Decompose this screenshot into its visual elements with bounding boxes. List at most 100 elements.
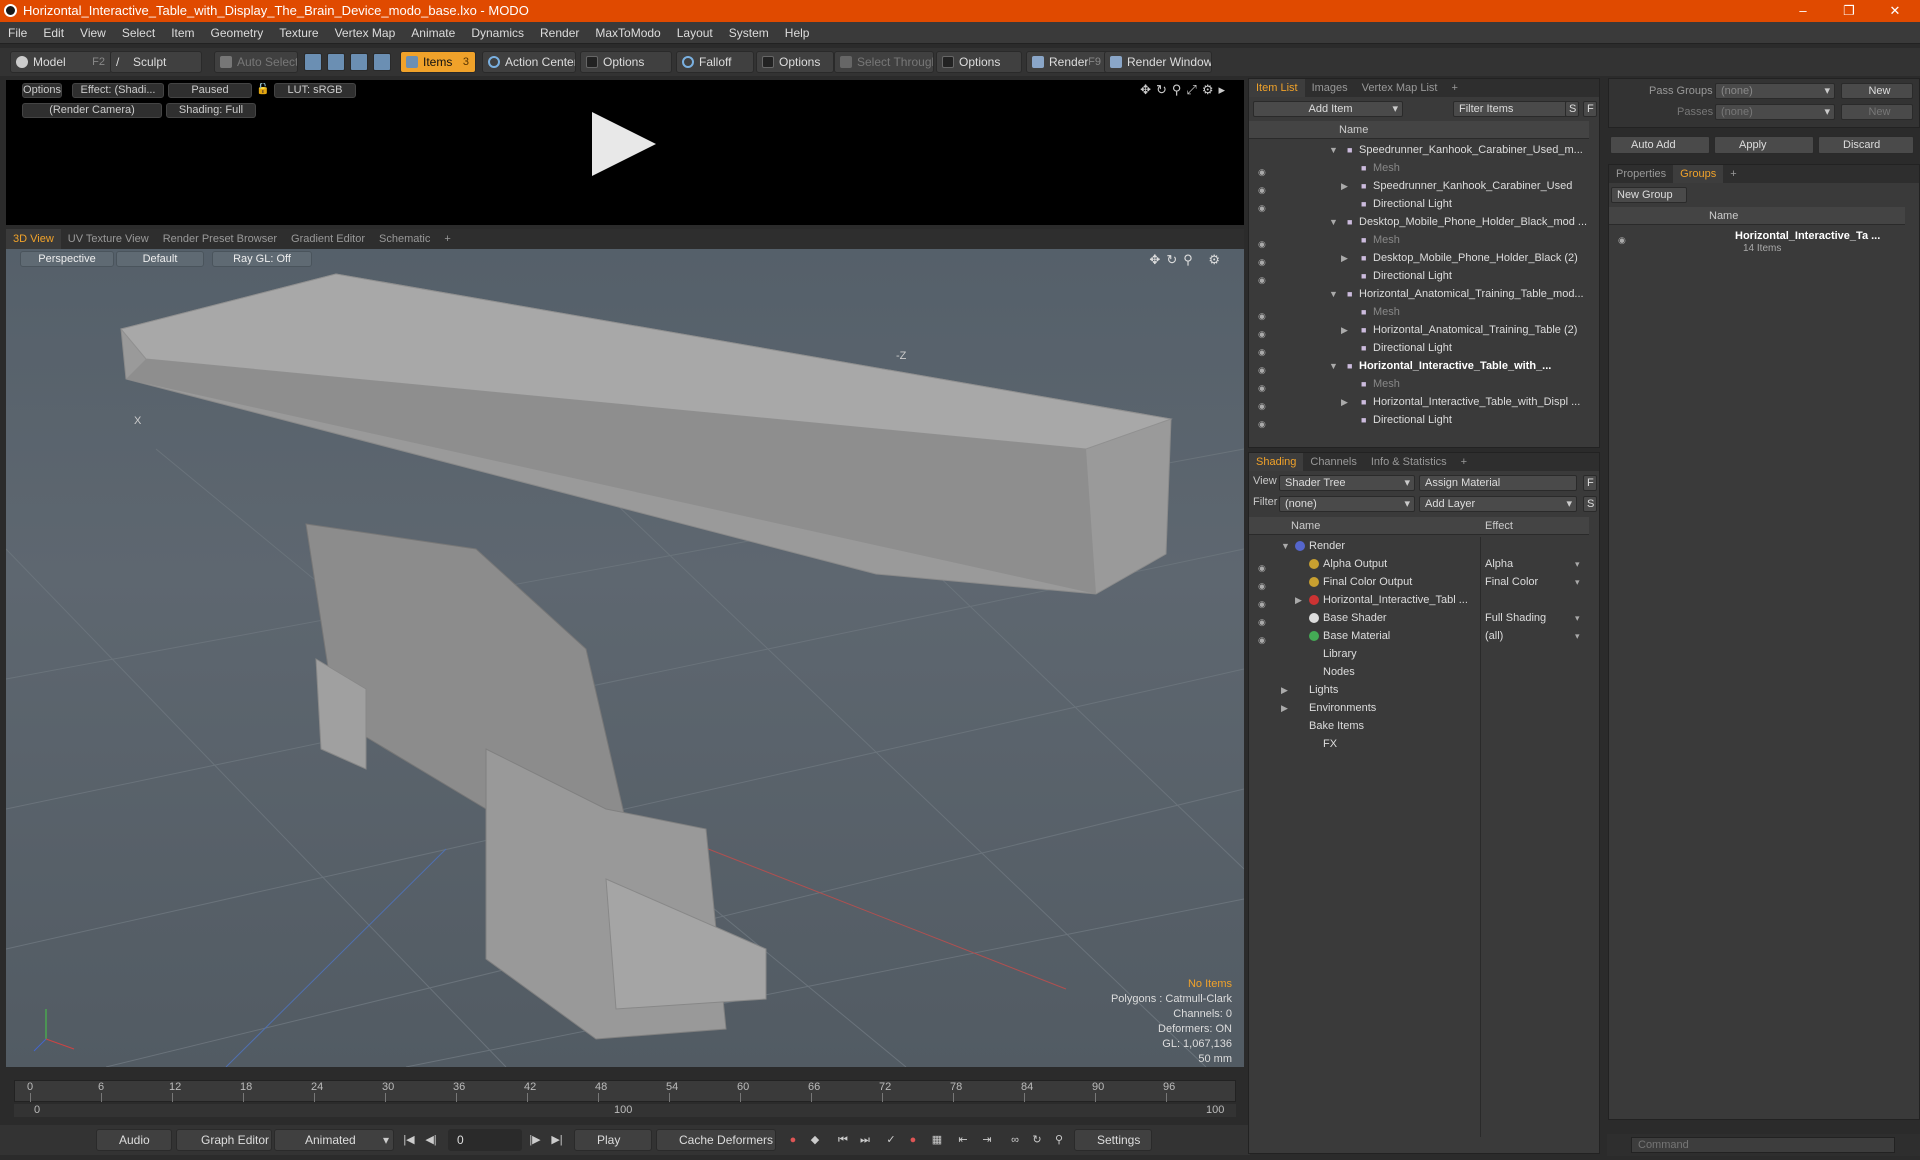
- tab-info-statistics[interactable]: Info & Statistics: [1364, 453, 1454, 471]
- eye-icon[interactable]: ◉: [1258, 559, 1266, 573]
- add-tab-button[interactable]: +: [1723, 165, 1743, 183]
- shader-tree-row[interactable]: ▼ Render: [1249, 537, 1589, 555]
- range-end-icon[interactable]: ⇥: [980, 1133, 994, 1147]
- expand-toggle-icon[interactable]: ▶: [1341, 321, 1348, 339]
- model-mode-button[interactable]: Model F2: [10, 51, 112, 73]
- tab-schematic[interactable]: Schematic: [372, 229, 437, 249]
- f-toggle[interactable]: F: [1583, 101, 1597, 117]
- shader-tree-row[interactable]: ◉ ▶ Horizontal_Interactive_Tabl ...: [1249, 591, 1589, 609]
- item-list-row[interactable]: ◉ ▶ ■ Horizontal_Interactive_Table_with_Dis…: [1249, 393, 1589, 411]
- tab-gradient-editor[interactable]: Gradient Editor: [284, 229, 372, 249]
- menu-maxtomodo[interactable]: MaxToModo: [587, 22, 668, 44]
- item-list-row[interactable]: ◉ ■ Directional Light: [1249, 411, 1589, 429]
- shader-layer-effect[interactable]: (all): [1485, 627, 1503, 645]
- expand-toggle-icon[interactable]: ▼: [1329, 285, 1338, 303]
- auto-key-icon[interactable]: ▦: [930, 1133, 944, 1147]
- item-list-row[interactable]: ◉ ▼ ■ Horizontal_Interactive_Table_with_...: [1249, 357, 1589, 375]
- apply-button[interactable]: Apply: [1714, 136, 1814, 154]
- tab-3d-view[interactable]: 3D View: [6, 229, 61, 249]
- item-list-row[interactable]: ◉ ■ Directional Light: [1249, 195, 1589, 213]
- filter-icon[interactable]: ⚲: [1052, 1133, 1066, 1147]
- sculpt-mode-button[interactable]: / Sculpt: [110, 51, 202, 73]
- auto-select-button[interactable]: Auto Select: [214, 51, 298, 73]
- select-through-options-button[interactable]: Options: [936, 51, 1022, 73]
- preview-camera-dropdown[interactable]: (Render Camera): [22, 103, 162, 118]
- shader-layer-effect[interactable]: Final Color: [1485, 573, 1538, 591]
- eye-icon[interactable]: ◉: [1258, 181, 1266, 195]
- play-icon[interactable]: [592, 112, 656, 176]
- new-pass-button[interactable]: New: [1841, 104, 1913, 120]
- tab-shading[interactable]: Shading: [1249, 453, 1304, 471]
- materials-mode-icon[interactable]: [373, 53, 391, 71]
- menu-select[interactable]: Select: [114, 22, 163, 44]
- add-layer-dropdown[interactable]: Add Layer: [1419, 496, 1577, 512]
- expand-toggle-icon[interactable]: ▶: [1281, 681, 1288, 699]
- preview-options-button[interactable]: Options: [22, 83, 62, 98]
- prev-key-icon[interactable]: ⏮: [836, 1133, 850, 1147]
- menu-view[interactable]: View: [72, 22, 114, 44]
- shader-tree-row[interactable]: ◉ Base Shader Full Shading ▾: [1249, 609, 1589, 627]
- expand-toggle-icon[interactable]: ▼: [1281, 537, 1290, 555]
- menu-layout[interactable]: Layout: [669, 22, 721, 44]
- discard-button[interactable]: Discard: [1818, 136, 1914, 154]
- eye-icon[interactable]: ◉: [1258, 307, 1266, 321]
- eye-icon[interactable]: ◉: [1258, 361, 1266, 375]
- minimize-button[interactable]: –: [1780, 0, 1826, 22]
- animated-dropdown[interactable]: Animated: [274, 1129, 394, 1151]
- menu-item[interactable]: Item: [163, 22, 202, 44]
- preview-paused-button[interactable]: Paused: [168, 83, 252, 98]
- shader-tree-row[interactable]: Library: [1249, 645, 1589, 663]
- vertices-mode-icon[interactable]: [304, 53, 322, 71]
- shader-tree-row[interactable]: ◉ Alpha Output Alpha ▾: [1249, 555, 1589, 573]
- assign-material-button[interactable]: Assign Material: [1419, 475, 1577, 491]
- audio-button[interactable]: Audio: [96, 1129, 172, 1151]
- loop-icon[interactable]: ↻: [1030, 1133, 1044, 1147]
- shader-tree-row[interactable]: ◉ Final Color Output Final Color ▾: [1249, 573, 1589, 591]
- item-list-row[interactable]: ◉ ■ Mesh: [1249, 303, 1589, 321]
- filter-items-field[interactable]: Filter Items: [1453, 101, 1569, 117]
- graph-editor-button[interactable]: Graph Editor: [176, 1129, 272, 1151]
- tab-channels[interactable]: Channels: [1303, 453, 1363, 471]
- tab-properties[interactable]: Properties: [1609, 165, 1673, 183]
- action-center-options-button[interactable]: Options: [580, 51, 672, 73]
- eye-icon[interactable]: ◉: [1258, 163, 1266, 177]
- record-icon[interactable]: ●: [906, 1133, 920, 1147]
- falloff-options-button[interactable]: Options: [756, 51, 834, 73]
- play-button[interactable]: Play: [574, 1129, 652, 1151]
- item-list-row[interactable]: ◉ ■ Mesh: [1249, 231, 1589, 249]
- eye-icon[interactable]: ◉: [1258, 325, 1266, 339]
- timeline-range[interactable]: 0 100 100: [14, 1104, 1236, 1117]
- expand-toggle-icon[interactable]: ▶: [1341, 177, 1348, 195]
- expand-toggle-icon[interactable]: ▼: [1329, 357, 1338, 375]
- chevron-down-icon[interactable]: ▾: [1575, 573, 1580, 591]
- view-dropdown[interactable]: Shader Tree: [1279, 475, 1415, 491]
- menu-texture[interactable]: Texture: [271, 22, 326, 44]
- item-list-row[interactable]: ▼ ■ Desktop_Mobile_Phone_Holder_Black_mod …: [1249, 213, 1589, 231]
- cache-deformers-button[interactable]: Cache Deformers: [656, 1129, 776, 1151]
- shader-layer-effect[interactable]: Alpha: [1485, 555, 1513, 573]
- step-back-icon[interactable]: ◀|: [424, 1133, 438, 1147]
- add-item-dropdown[interactable]: Add Item: [1253, 101, 1403, 117]
- eye-icon[interactable]: ◉: [1618, 231, 1626, 245]
- expand-toggle-icon[interactable]: ▼: [1329, 213, 1338, 231]
- expand-toggle-icon[interactable]: ▶: [1341, 393, 1348, 411]
- eye-icon[interactable]: ◉: [1258, 415, 1266, 429]
- menu-file[interactable]: File: [0, 22, 35, 44]
- command-input[interactable]: [1631, 1137, 1895, 1153]
- render-button[interactable]: Render F9: [1026, 51, 1108, 73]
- key-icon[interactable]: ◆: [808, 1133, 822, 1147]
- expand-toggle-icon[interactable]: ▶: [1341, 249, 1348, 267]
- skip-end-icon[interactable]: ▶|: [550, 1133, 564, 1147]
- item-list-row[interactable]: ◉ ▶ ■ Horizontal_Anatomical_Training_Table …: [1249, 321, 1589, 339]
- s-toggle[interactable]: S: [1565, 101, 1579, 117]
- preview-shading-dropdown[interactable]: Shading: Full: [166, 103, 256, 118]
- item-list-row[interactable]: ◉ ■ Directional Light: [1249, 339, 1589, 357]
- eye-icon[interactable]: ◉: [1258, 235, 1266, 249]
- 3d-viewport[interactable]: Perspective Default Ray GL: Off ✥↻⚲ ⚙ -Z…: [6, 249, 1244, 1067]
- eye-icon[interactable]: ◉: [1258, 271, 1266, 285]
- add-tab-button[interactable]: +: [1444, 79, 1464, 97]
- shader-tree-row[interactable]: Bake Items: [1249, 717, 1589, 735]
- eye-icon[interactable]: ◉: [1258, 253, 1266, 267]
- tab-item-list[interactable]: Item List: [1249, 79, 1305, 97]
- record-key-icon[interactable]: ●: [786, 1133, 800, 1147]
